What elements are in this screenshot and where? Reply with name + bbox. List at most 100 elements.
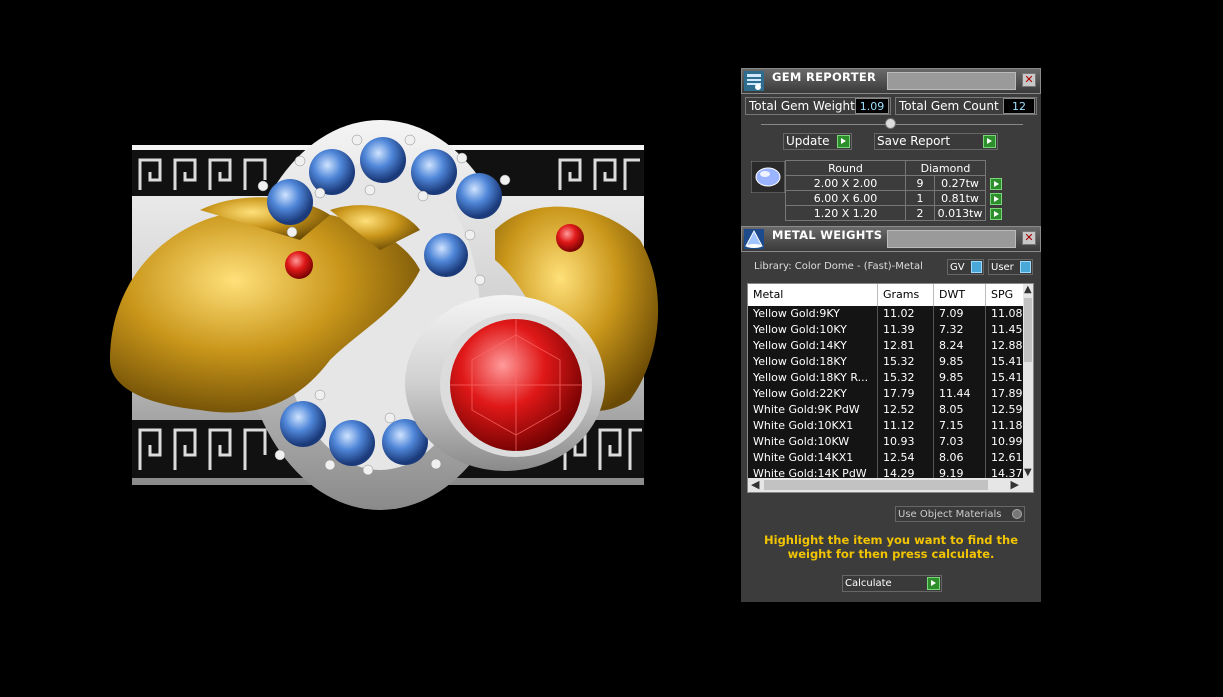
table-row[interactable]: White Gold:10KX1 11.12 7.15 11.18 [748, 418, 1027, 435]
cell-spg: 11.18 [986, 418, 1027, 435]
play-icon [927, 577, 940, 590]
cell-metal: Yellow Gold:22KY [748, 386, 878, 403]
cell-metal: White Gold:14KX1 [748, 450, 878, 467]
user-label: User [991, 262, 1014, 273]
metal-table-header: Metal Grams DWT SPG [748, 284, 1027, 306]
ring-model-render [110, 120, 659, 510]
table-row[interactable]: Yellow Gold:9KY 11.02 7.09 11.08 [748, 306, 1027, 323]
table-row[interactable]: Yellow Gold:10KY 11.39 7.32 11.45 [748, 322, 1027, 339]
metal-weights-icon [744, 229, 764, 249]
close-icon[interactable]: ✕ [1022, 231, 1036, 245]
scroll-thumb[interactable] [764, 480, 988, 490]
cell-spg: 11.45 [986, 322, 1027, 339]
cell-grams: 15.32 [878, 354, 934, 371]
column-header-metal[interactable]: Metal [748, 284, 878, 306]
table-row[interactable]: Yellow Gold:18KY R... 15.32 9.85 15.41 [748, 370, 1027, 387]
cell-dwt: 8.06 [934, 450, 986, 467]
radio-icon [1012, 509, 1022, 519]
scroll-up-icon[interactable]: ▲ [1024, 284, 1032, 295]
gem-row[interactable]: 6.00 X 6.00 1 0.81tw [785, 190, 1007, 206]
round-diamond-icon [751, 161, 785, 193]
cell-grams: 12.54 [878, 450, 934, 467]
cell-grams: 12.81 [878, 338, 934, 355]
use-object-materials-button[interactable]: Use Object Materials [895, 506, 1025, 522]
close-icon[interactable]: ✕ [1022, 73, 1036, 87]
3d-viewport[interactable] [0, 0, 735, 693]
table-row[interactable]: Yellow Gold:22KY 17.79 11.44 17.89 [748, 386, 1027, 403]
column-header-grams[interactable]: Grams [878, 284, 934, 306]
column-header-spg[interactable]: SPG [986, 284, 1027, 306]
cell-spg: 15.41 [986, 354, 1027, 371]
gem-reporter-titlebar[interactable]: GEM REPORTER ✕ [741, 68, 1041, 94]
cell-metal: Yellow Gold:14KY [748, 338, 878, 355]
table-row[interactable]: White Gold:14KX1 12.54 8.06 12.61 [748, 450, 1027, 467]
scroll-thumb[interactable] [1024, 298, 1032, 362]
gv-toggle[interactable]: GV [947, 259, 984, 275]
cell-spg: 15.41 [986, 370, 1027, 387]
scroll-right-icon[interactable]: ▶ [1011, 478, 1019, 491]
cell-dwt: 9.85 [934, 354, 986, 371]
play-icon[interactable] [990, 177, 1002, 190]
metal-weights-panel: METAL WEIGHTS ✕ Library: Color Dome - (F… [741, 226, 1041, 602]
cell-grams: 11.12 [878, 418, 934, 435]
total-gem-weight-value: 1.09 [855, 98, 889, 114]
column-header-dwt[interactable]: DWT [934, 284, 986, 306]
gem-count: 9 [905, 175, 935, 191]
cell-spg: 10.99 [986, 434, 1027, 451]
gem-count: 1 [905, 190, 935, 206]
gem-row[interactable]: 1.20 X 1.20 2 0.013tw [785, 205, 1007, 221]
cell-dwt: 8.05 [934, 402, 986, 419]
horizontal-scrollbar[interactable]: ◀ ▶ [748, 478, 1033, 492]
play-icon [837, 135, 850, 148]
cell-dwt: 8.24 [934, 338, 986, 355]
update-button[interactable]: Update [783, 133, 852, 150]
collapse-toggle[interactable] [885, 118, 896, 129]
table-row[interactable]: Yellow Gold:18KY 15.32 9.85 15.41 [748, 354, 1027, 371]
use-object-materials-label: Use Object Materials [898, 509, 1002, 520]
gem-count: 2 [905, 205, 935, 221]
gem-table-header: Round Diamond [785, 160, 1007, 176]
total-gem-weight-label: Total Gem Weight [749, 99, 855, 113]
play-icon[interactable] [990, 207, 1003, 220]
titlebar-fill [887, 230, 1016, 248]
metal-weights-table[interactable]: Metal Grams DWT SPG Yellow Gold:9KY 11.02… [747, 283, 1034, 493]
cell-metal: Yellow Gold:10KY [748, 322, 878, 339]
cell-spg: 17.89 [986, 386, 1027, 403]
metal-weights-title: METAL WEIGHTS [772, 228, 883, 242]
calculate-button[interactable]: Calculate [842, 575, 942, 592]
gem-weight: 0.27tw [934, 175, 986, 191]
vertical-scrollbar[interactable]: ▲ ▼ [1023, 284, 1033, 478]
cell-grams: 11.39 [878, 322, 934, 339]
cell-metal: White Gold:10KX1 [748, 418, 878, 435]
scroll-left-icon[interactable]: ◀ [751, 478, 759, 491]
cell-metal: Yellow Gold:9KY [748, 306, 878, 323]
table-row[interactable]: Yellow Gold:14KY 12.81 8.24 12.88 [748, 338, 1027, 355]
cell-grams: 15.32 [878, 370, 934, 387]
play-icon[interactable] [990, 192, 1002, 205]
cell-dwt: 7.32 [934, 322, 986, 339]
cell-dwt: 7.09 [934, 306, 986, 323]
cell-spg: 12.59 [986, 402, 1027, 419]
save-report-label: Save Report [877, 134, 951, 148]
update-label: Update [786, 134, 830, 148]
cell-metal: Yellow Gold:18KY [748, 354, 878, 371]
save-report-button[interactable]: Save Report [874, 133, 998, 150]
cell-dwt: 11.44 [934, 386, 986, 403]
calculate-hint-text: Highlight the item you want to find the … [764, 533, 1018, 561]
gem-shape-header: Round [785, 160, 906, 176]
cell-spg: 11.08 [986, 306, 1027, 323]
table-row[interactable]: White Gold:10KW 10.93 7.03 10.99 [748, 434, 1027, 451]
gem-size: 1.20 X 1.20 [785, 205, 906, 221]
titlebar-fill [887, 72, 1016, 90]
metal-weights-titlebar[interactable]: METAL WEIGHTS ✕ [741, 226, 1041, 252]
gv-label: GV [950, 262, 965, 273]
gem-material-header: Diamond [905, 160, 986, 176]
gem-row[interactable]: 2.00 X 2.00 9 0.27tw [785, 175, 1007, 191]
scroll-down-icon[interactable]: ▼ [1024, 467, 1032, 478]
gem-size: 2.00 X 2.00 [785, 175, 906, 191]
user-toggle[interactable]: User [988, 259, 1033, 275]
gem-report-icon [744, 71, 764, 91]
cell-metal: Yellow Gold:18KY R... [748, 370, 878, 387]
cell-grams: 10.93 [878, 434, 934, 451]
table-row[interactable]: White Gold:9K PdW 12.52 8.05 12.59 [748, 402, 1027, 419]
